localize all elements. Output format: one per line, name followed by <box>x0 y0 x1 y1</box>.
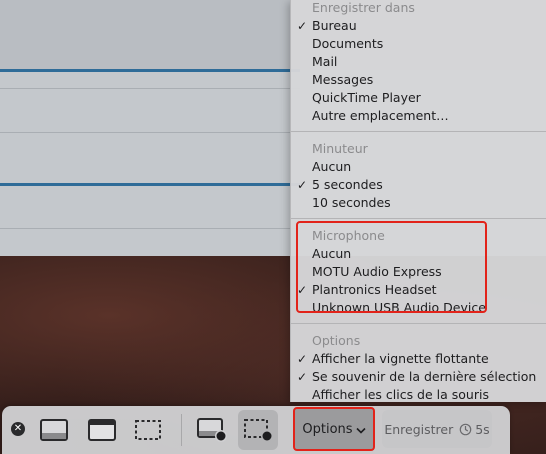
menu-item-label: Autre emplacement… <box>312 108 449 123</box>
menu-item-timer-10s[interactable]: 10 secondes <box>291 194 546 212</box>
menu-item-label: 10 secondes <box>312 195 391 210</box>
record-entire-screen-button[interactable] <box>192 410 232 450</box>
menu-item-mic-none[interactable]: Aucun <box>291 245 546 263</box>
menu-divider <box>291 218 546 219</box>
record-selection-icon <box>244 419 273 442</box>
menu-item-label: Afficher la vignette flottante <box>312 351 489 366</box>
save-location-header: Enregistrer dans <box>312 0 415 15</box>
menu-item-label: MOTU Audio Express <box>312 264 442 279</box>
capture-selection-button[interactable] <box>128 410 168 450</box>
capture-selection-icon <box>135 420 161 440</box>
record-button[interactable]: Enregistrer 5s <box>382 410 492 448</box>
microphone-section: Microphone Aucun MOTU Audio Express ✓ Pla… <box>291 227 546 317</box>
checkmark-icon: ✓ <box>296 178 308 192</box>
options-label: Options <box>302 421 353 437</box>
menu-item-other-location[interactable]: Autre emplacement… <box>291 107 546 125</box>
capture-entire-screen-button[interactable] <box>34 410 74 450</box>
menu-item-timer-5s[interactable]: ✓ 5 secondes <box>291 176 546 194</box>
menu-item-remember-last-selection[interactable]: ✓ Se souvenir de la dernière sélection <box>291 368 546 386</box>
menu-divider <box>291 131 546 132</box>
menu-item-label: Aucun <box>312 246 352 261</box>
timer-icon <box>459 423 472 435</box>
window-blue-line <box>0 69 300 72</box>
window-blue-line <box>0 183 300 186</box>
close-icon[interactable]: ✕ <box>11 422 25 436</box>
microphone-header: Microphone <box>312 228 385 243</box>
timer-section: Minuteur Aucun ✓ 5 secondes 10 secondes <box>291 140 546 212</box>
menu-item-label: Bureau <box>312 18 357 33</box>
menu-item-label: Aucun <box>312 159 352 174</box>
menu-item-timer-none[interactable]: Aucun <box>291 158 546 176</box>
menu-item-show-floating-thumbnail[interactable]: ✓ Afficher la vignette flottante <box>291 350 546 368</box>
menu-item-label: Se souvenir de la dernière sélection <box>312 369 537 384</box>
record-selection-button[interactable] <box>238 410 278 450</box>
menu-item-label: Documents <box>312 36 384 51</box>
options-header: Options <box>312 333 361 348</box>
menu-item-label: 5 secondes <box>312 177 383 192</box>
record-timer-value: 5s <box>475 421 490 437</box>
menu-item-messages[interactable]: Messages <box>291 71 546 89</box>
menu-item-mic-unknown-usb[interactable]: Unknown USB Audio Device <box>291 299 546 317</box>
save-location-section: Enregistrer dans ✓ Bureau Documents Mail … <box>291 0 546 125</box>
checkmark-icon: ✓ <box>296 352 308 366</box>
menu-item-mic-motu[interactable]: MOTU Audio Express <box>291 263 546 281</box>
window-divider <box>0 228 300 229</box>
options-section: Options ✓ Afficher la vignette flottante … <box>291 332 546 404</box>
checkmark-icon: ✓ <box>296 370 308 384</box>
menu-item-label: Mail <box>312 54 338 69</box>
menu-item-show-mouse-clicks[interactable]: Afficher les clics de la souris <box>291 386 546 404</box>
menu-item-bureau[interactable]: ✓ Bureau <box>291 17 546 35</box>
timer-header: Minuteur <box>312 141 368 156</box>
menu-item-label: Plantronics Headset <box>312 282 437 297</box>
window-divider <box>0 88 300 89</box>
screenshot-toolbar: ✕ Options Enregistrer 5s <box>2 406 510 454</box>
checkmark-icon: ✓ <box>296 19 308 33</box>
capture-entire-screen-icon <box>40 419 68 441</box>
menu-item-mic-plantronics[interactable]: ✓ Plantronics Headset <box>291 281 546 299</box>
menu-item-mail[interactable]: Mail <box>291 53 546 71</box>
menu-item-documents[interactable]: Documents <box>291 35 546 53</box>
options-menu: Enregistrer dans ✓ Bureau Documents Mail … <box>290 0 546 402</box>
menu-item-label: Afficher les clics de la souris <box>312 387 489 402</box>
checkmark-icon: ✓ <box>296 283 308 297</box>
options-button[interactable]: Options <box>293 407 375 451</box>
chevron-down-icon <box>356 427 366 434</box>
menu-divider <box>291 323 546 324</box>
menu-item-quicktime-player[interactable]: QuickTime Player <box>291 89 546 107</box>
capture-window-icon <box>88 419 116 441</box>
window-divider <box>0 132 300 133</box>
record-entire-screen-icon <box>197 418 227 442</box>
menu-item-label: Unknown USB Audio Device <box>312 300 486 315</box>
menu-item-label: QuickTime Player <box>312 90 421 105</box>
toolbar-divider <box>181 414 182 446</box>
menu-item-label: Messages <box>312 72 374 87</box>
capture-window-button[interactable] <box>82 410 122 450</box>
record-label: Enregistrer <box>384 421 454 437</box>
